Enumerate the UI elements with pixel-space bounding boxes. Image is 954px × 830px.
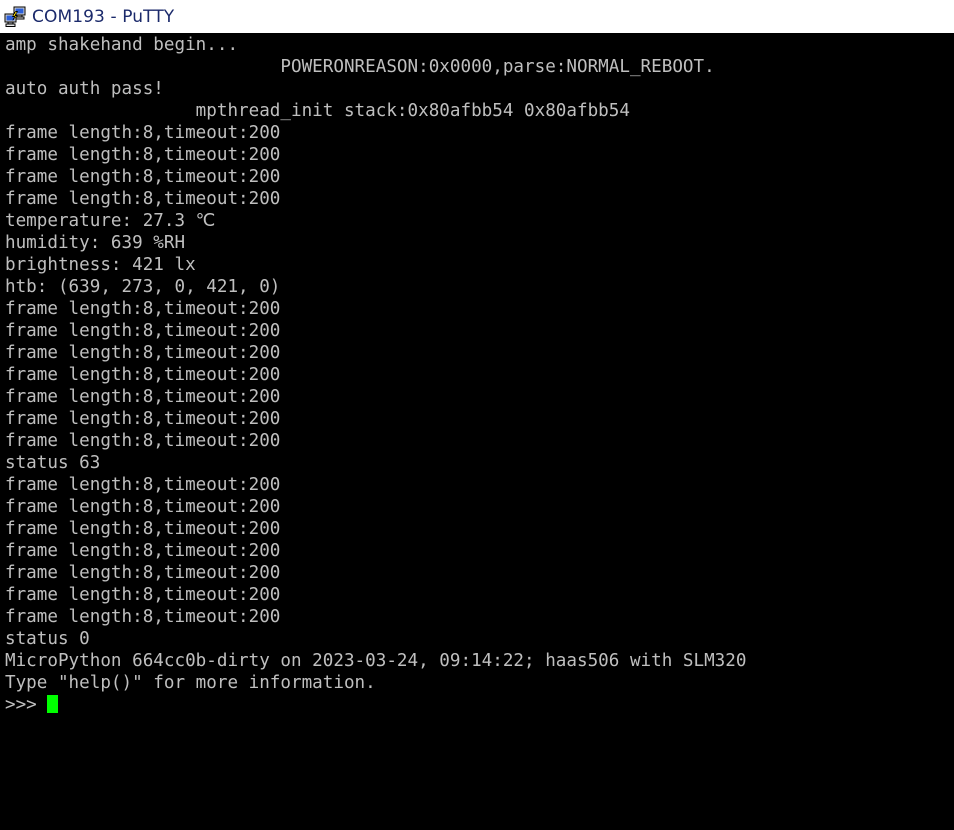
terminal-line: frame length:8,timeout:200 <box>5 321 281 341</box>
terminal-line: frame length:8,timeout:200 <box>5 497 281 517</box>
terminal-prompt-line[interactable]: >>> <box>0 694 954 716</box>
terminal-line: frame length:8,timeout:200 <box>5 299 281 319</box>
terminal-line: humidity: 639 %RH <box>5 233 186 253</box>
terminal-line: brightness: 421 lx <box>5 255 196 275</box>
terminal-line: status 63 <box>5 453 101 473</box>
terminal-line: POWERONREASON:0x0000,parse:NORMAL_REBOOT… <box>5 57 715 77</box>
terminal-line: MicroPython 664cc0b-dirty on 2023-03-24,… <box>5 651 747 671</box>
terminal-line: frame length:8,timeout:200 <box>5 475 281 495</box>
terminal-line: htb: (639, 273, 0, 421, 0) <box>5 277 281 297</box>
text-cursor <box>47 695 59 713</box>
terminal-line: mpthread_init stack:0x80afbb54 0x80afbb5… <box>5 101 630 121</box>
prompt-symbol: >>> <box>5 695 48 715</box>
terminal-line: status 0 <box>5 629 90 649</box>
putty-computer-icon <box>4 6 26 27</box>
terminal-line: frame length:8,timeout:200 <box>5 607 281 627</box>
terminal-line: frame length:8,timeout:200 <box>5 167 281 187</box>
terminal-line: frame length:8,timeout:200 <box>5 365 281 385</box>
terminal-line: frame length:8,timeout:200 <box>5 343 281 363</box>
terminal-line: frame length:8,timeout:200 <box>5 409 281 429</box>
window-title: COM193 - PuTTY <box>32 6 175 27</box>
terminal-line: frame length:8,timeout:200 <box>5 145 281 165</box>
terminal-line: frame length:8,timeout:200 <box>5 519 281 539</box>
terminal-line: auto auth pass! <box>5 79 164 99</box>
terminal-line: frame length:8,timeout:200 <box>5 431 281 451</box>
terminal-output: amp shakehand begin... POWERONREASON:0x0… <box>0 33 954 716</box>
terminal-line: amp shakehand begin... <box>5 35 239 55</box>
terminal-line: temperature: 27.3 ℃ <box>5 211 216 231</box>
putty-window: COM193 - PuTTY amp shakehand begin... PO… <box>0 0 954 830</box>
terminal-line: frame length:8,timeout:200 <box>5 123 281 143</box>
terminal-line: frame length:8,timeout:200 <box>5 189 281 209</box>
terminal-line: Type "help()" for more information. <box>5 673 376 693</box>
terminal-screen[interactable]: amp shakehand begin... POWERONREASON:0x0… <box>0 33 954 830</box>
terminal-line: frame length:8,timeout:200 <box>5 585 281 605</box>
terminal-line: frame length:8,timeout:200 <box>5 563 281 583</box>
terminal-line: frame length:8,timeout:200 <box>5 387 281 407</box>
terminal-line: frame length:8,timeout:200 <box>5 541 281 561</box>
title-bar[interactable]: COM193 - PuTTY <box>0 0 954 33</box>
